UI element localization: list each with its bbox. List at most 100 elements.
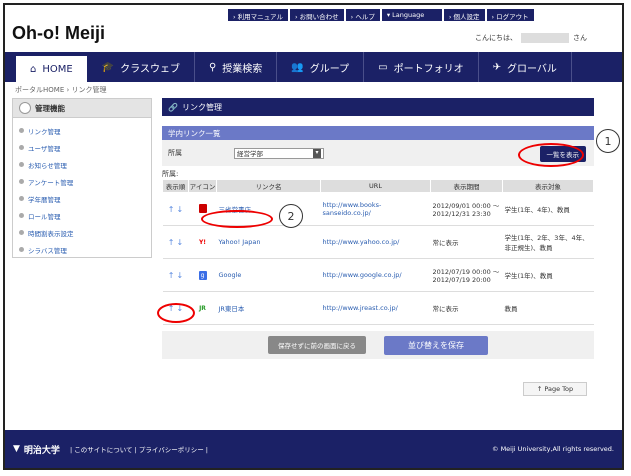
nav-home[interactable]: ⌂ HOME [15, 55, 88, 82]
link-url[interactable]: http://www.yahoo.co.jp/ [320, 225, 431, 259]
logout-link[interactable]: › ログアウト [486, 9, 534, 21]
sidebar-item-timetable[interactable]: 時間割表示設定 [19, 224, 151, 241]
bullet-icon [19, 213, 24, 218]
link-url[interactable]: http://www.google.co.jp/ [320, 258, 431, 292]
greeting-prefix: こんにちは、 [475, 34, 517, 42]
breadcrumb: ポータルHOME › リンク管理 [15, 86, 107, 94]
settings-link[interactable]: › 個人設定 [443, 9, 485, 21]
link-name-text[interactable]: JR東日本 [219, 305, 245, 313]
bullet-icon [19, 145, 24, 150]
arrow-up-icon[interactable]: ↑ [168, 238, 175, 247]
sidebar: 管理機能 リンク管理 ユーザ管理 お知らせ管理 アンケート管理 学年暦管理 ロー… [12, 98, 152, 258]
sidebar-item-link[interactable]: リンク管理 [19, 122, 151, 139]
sidebar-header: 管理機能 [13, 99, 151, 118]
meiji-emblem-icon: ▼ [13, 444, 20, 454]
sidebar-item-notice[interactable]: お知らせ管理 [19, 156, 151, 173]
nav-search-label: 授業検索 [222, 63, 263, 75]
arrow-down-icon[interactable]: ↓ [177, 238, 184, 247]
language-select[interactable]: ▾ Language [381, 9, 442, 21]
link-period: 2012/07/19 00:00 ～ 2012/07/19 20:00 [430, 258, 503, 292]
sidebar-item-role[interactable]: ロール管理 [19, 207, 151, 224]
nav-group-label: グループ [309, 63, 350, 75]
help-link[interactable]: › ヘルプ [345, 9, 380, 21]
order-arrows: ↑ ↓ [162, 225, 189, 259]
faculty-select[interactable]: 経営学部 ▾ [234, 147, 324, 159]
bullet-icon [19, 162, 24, 167]
col-name: リンク名 [216, 179, 321, 193]
graduation-cap-icon: 🎓 [101, 61, 115, 73]
page-top-button[interactable]: ↑ Page Top [523, 382, 587, 396]
bullet-icon [19, 230, 24, 235]
nav-course-search[interactable]: ⚲ 授業検索 [195, 52, 278, 82]
sidebar-item-label: アンケート管理 [28, 178, 74, 187]
nav-group[interactable]: 👥 グループ [277, 52, 365, 82]
nav-global[interactable]: ✈ グローバル [479, 52, 572, 82]
global-nav: ⌂ HOME 🎓 クラスウェブ ⚲ 授業検索 👥 グループ ▭ ポートフォリオ ✈ グローバ… [5, 52, 622, 82]
table-row: ↑ ↓ g Google http://www.google.co.jp/ 20… [162, 258, 594, 292]
footer-links[interactable]: | このサイトについて | プライバシーポリシー | [70, 444, 208, 454]
utility-nav: › 利用マニュアル › お問い合わせ › ヘルプ ▾ Language › 個人… [228, 9, 534, 21]
airplane-icon: ✈ [492, 61, 501, 73]
link-name-text[interactable]: Google [219, 271, 242, 279]
affiliation-label: 所属: [162, 170, 179, 178]
col-target: 表示対象 [502, 179, 594, 193]
back-without-save-button[interactable]: 保存せずに前の画面に戻る [268, 336, 366, 354]
sidebar-item-label: ユーザ管理 [28, 144, 61, 153]
link-period: 常に表示 [430, 291, 503, 325]
callout-1: 1 [596, 129, 620, 153]
filter-label: 所属 [168, 149, 182, 157]
order-arrows: ↑ ↓ [162, 192, 189, 226]
nav-classweb-label: クラスウェブ [120, 63, 180, 75]
footer-logo-text: 明治大学 [23, 445, 60, 456]
link-target: 教員 [502, 291, 594, 325]
arrow-up-icon[interactable]: ↑ [168, 205, 175, 214]
copyright: © Meiji University,All rights reserved. [492, 445, 614, 453]
sidebar-item-label: 時間割表示設定 [28, 229, 74, 238]
google-icon: g [198, 270, 207, 280]
link-url[interactable]: http://www.books-sanseido.co.jp/ [320, 192, 431, 226]
sidebar-item-user[interactable]: ユーザ管理 [19, 139, 151, 156]
nav-global-label: グローバル [507, 63, 557, 75]
footer-logo: ▼ 明治大学 [13, 443, 60, 456]
sidebar-title: 管理機能 [35, 103, 65, 113]
arrow-down-icon[interactable]: ↓ [177, 205, 184, 214]
contact-link[interactable]: › お問い合わせ [289, 9, 344, 21]
link-table: 表示順 アイコン リンク名 URL 表示期間 表示対象 ↑ ↓ 三省堂書店 ht… [162, 179, 594, 325]
row-icon: g [188, 258, 217, 292]
nav-classweb[interactable]: 🎓 クラスウェブ [88, 52, 195, 82]
save-order-button[interactable]: 並び替えを保存 [384, 335, 488, 355]
book-icon [198, 203, 207, 213]
arrow-up-icon[interactable]: ↑ [168, 271, 175, 280]
sidebar-item-survey[interactable]: アンケート管理 [19, 173, 151, 190]
bullet-icon [19, 179, 24, 184]
nav-portfolio[interactable]: ▭ ポートフォリオ [364, 52, 479, 82]
users-icon: 👥 [291, 61, 304, 73]
bullet-icon [19, 247, 24, 252]
app-frame: Oh-o! Meiji › 利用マニュアル › お問い合わせ › ヘルプ ▾ L… [3, 3, 624, 470]
link-name-text[interactable]: Yahoo! Japan [219, 238, 261, 246]
link-period: 2012/09/01 00:00 ～ 2012/12/31 23:30 [430, 192, 503, 226]
action-bar: 保存せずに前の画面に戻る 並び替えを保存 [162, 331, 594, 359]
manual-link[interactable]: › 利用マニュアル [228, 9, 288, 21]
section-header: 学内リンク一覧 [162, 126, 594, 140]
bullet-icon [19, 128, 24, 133]
chevron-down-icon: ▾ [313, 148, 321, 158]
user-name-redacted [521, 33, 569, 43]
bullet-icon [19, 196, 24, 201]
page-title: リンク管理 [181, 102, 222, 112]
faculty-select-value: 経営学部 [237, 150, 263, 158]
footer: ▼ 明治大学 | このサイトについて | プライバシーポリシー | © Meiji… [5, 430, 622, 468]
sidebar-item-syllabus[interactable]: シラバス管理 [19, 241, 151, 258]
table-row: ↑ ↓ JR JR東日本 http://www.jreast.co.jp/ 常に… [162, 291, 594, 325]
site-logo[interactable]: Oh-o! Meiji [12, 23, 105, 44]
link-name: Google [216, 258, 321, 292]
link-url[interactable]: http://www.jreast.co.jp/ [320, 291, 431, 325]
col-period: 表示期間 [430, 179, 503, 193]
arrow-down-icon[interactable]: ↓ [177, 271, 184, 280]
link-target: 学生(1年)、教員 [502, 258, 594, 292]
sidebar-item-calendar[interactable]: 学年暦管理 [19, 190, 151, 207]
search-icon: ⚲ [208, 61, 217, 73]
link-name: JR東日本 [216, 291, 321, 325]
nav-home-label: HOME [42, 63, 73, 75]
highlight-ring-order-arrows [157, 303, 195, 323]
